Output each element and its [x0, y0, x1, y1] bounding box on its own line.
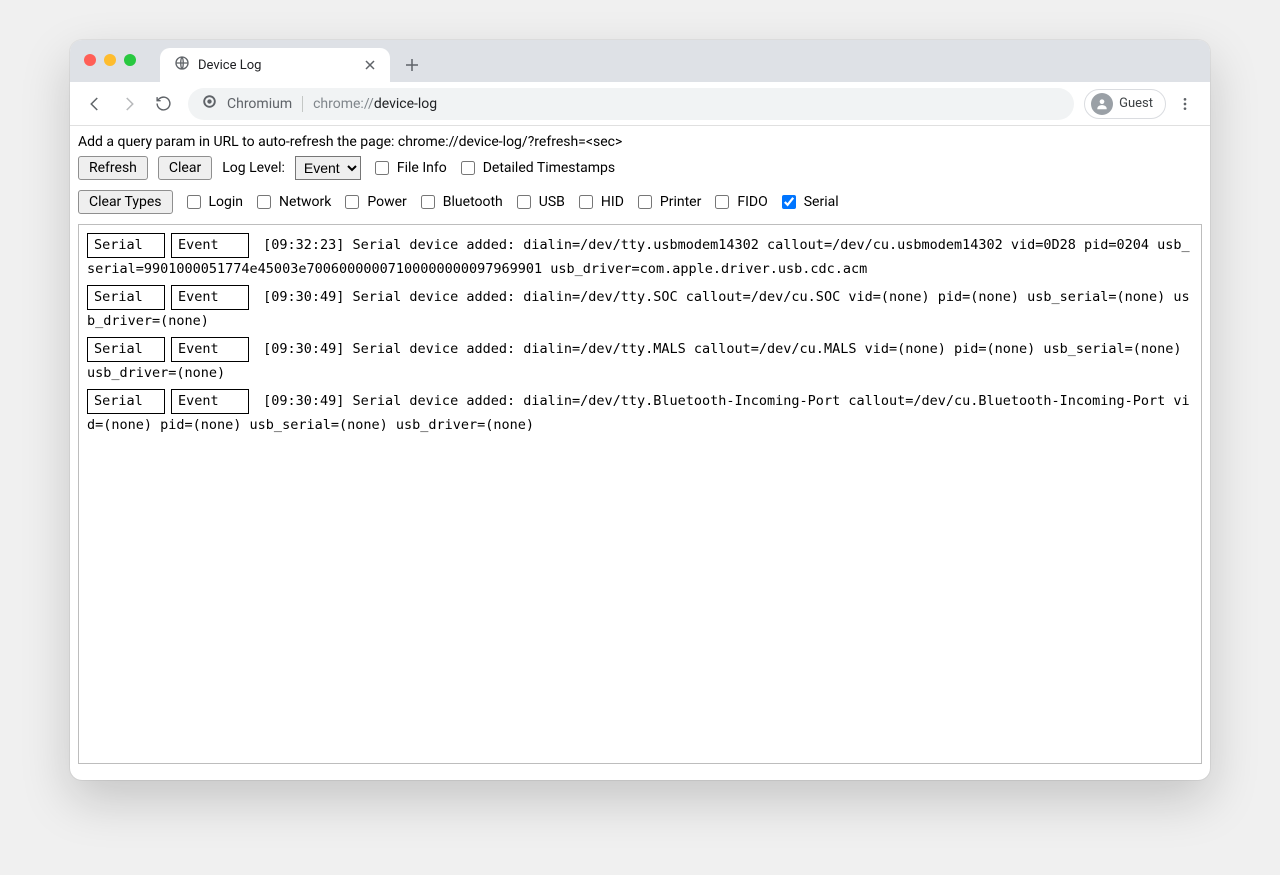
type-filter-fido[interactable]: FIDO [711, 192, 767, 212]
address-bar[interactable]: Chromium chrome://device-log [188, 88, 1074, 120]
app-menu-button[interactable] [1170, 89, 1200, 119]
log-level-tag: Event [171, 389, 249, 414]
omni-host: Chromium [227, 96, 303, 112]
type-filter-network-input[interactable] [257, 195, 271, 209]
type-filter-usb[interactable]: USB [513, 192, 565, 212]
type-filter-power[interactable]: Power [341, 192, 406, 212]
type-filter-row: Clear Types Login Network Power Bluetooth US… [78, 190, 1202, 214]
browser-window: Device Log Chromium chrome [70, 40, 1210, 780]
type-filter-bluetooth-input[interactable] [421, 195, 435, 209]
log-level-tag: Event [171, 337, 249, 362]
file-info-checkbox[interactable]: File Info [371, 158, 447, 178]
log-message: [09:30:49] Serial device added: dialin=/… [87, 393, 1190, 433]
primary-controls: Refresh Clear Log Level: Event File Info… [78, 156, 1202, 180]
log-message: [09:30:49] Serial device added: dialin=/… [87, 289, 1190, 329]
type-filter-hid[interactable]: HID [575, 192, 624, 212]
log-entry: SerialEvent [09:30:49] Serial device add… [87, 285, 1193, 333]
back-button[interactable] [80, 89, 110, 119]
log-type-tag: Serial [87, 233, 165, 258]
close-tab-button[interactable] [362, 57, 378, 73]
log-level-label: Log Level: [222, 160, 285, 176]
reload-button[interactable] [148, 89, 178, 119]
refresh-button[interactable]: Refresh [78, 156, 148, 180]
log-level-tag: Event [171, 285, 249, 310]
log-level-tag: Event [171, 233, 249, 258]
clear-button[interactable]: Clear [158, 156, 212, 180]
tab-strip: Device Log [70, 40, 1210, 82]
log-entry: SerialEvent [09:32:23] Serial device add… [87, 233, 1193, 281]
type-filter-serial[interactable]: Serial [778, 192, 839, 212]
log-entry: SerialEvent [09:30:49] Serial device add… [87, 337, 1193, 385]
type-filter-login-input[interactable] [187, 195, 201, 209]
type-filter-fido-input[interactable] [715, 195, 729, 209]
log-type-tag: Serial [87, 285, 165, 310]
forward-button[interactable] [114, 89, 144, 119]
close-window-button[interactable] [84, 54, 96, 66]
clear-types-button[interactable]: Clear Types [78, 190, 173, 214]
type-filter-serial-input[interactable] [782, 195, 796, 209]
minimize-window-button[interactable] [104, 54, 116, 66]
tab-device-log[interactable]: Device Log [160, 48, 390, 82]
type-filter-printer[interactable]: Printer [634, 192, 701, 212]
log-type-tag: Serial [87, 389, 165, 414]
new-tab-button[interactable] [398, 51, 426, 79]
toolbar: Chromium chrome://device-log Guest [70, 82, 1210, 126]
profile-chip[interactable]: Guest [1084, 89, 1166, 119]
type-filter-login[interactable]: Login [183, 192, 244, 212]
log-type-tag: Serial [87, 337, 165, 362]
tabs-row: Device Log [160, 40, 426, 82]
type-filter-printer-input[interactable] [638, 195, 652, 209]
helper-text: Add a query param in URL to auto-refresh… [78, 134, 1202, 150]
globe-icon [174, 55, 190, 75]
profile-label: Guest [1119, 96, 1153, 111]
detailed-timestamps-checkbox[interactable]: Detailed Timestamps [457, 158, 615, 178]
log-level-select[interactable]: Event [295, 156, 361, 180]
page-content: Add a query param in URL to auto-refresh… [70, 126, 1210, 780]
omni-url: chrome://device-log [313, 96, 437, 112]
log-output: SerialEvent [09:32:23] Serial device add… [78, 224, 1202, 764]
type-filter-network[interactable]: Network [253, 192, 331, 212]
site-info-icon[interactable] [202, 94, 217, 113]
log-entry: SerialEvent [09:30:49] Serial device add… [87, 389, 1193, 437]
type-filter-hid-input[interactable] [579, 195, 593, 209]
detailed-timestamps-input[interactable] [461, 161, 475, 175]
type-filter-bluetooth[interactable]: Bluetooth [417, 192, 503, 212]
window-controls [84, 54, 136, 66]
type-filter-power-input[interactable] [345, 195, 359, 209]
log-message: [09:32:23] Serial device added: dialin=/… [87, 237, 1190, 277]
tab-title: Device Log [198, 58, 261, 73]
file-info-input[interactable] [375, 161, 389, 175]
log-message: [09:30:49] Serial device added: dialin=/… [87, 341, 1182, 381]
type-filter-usb-input[interactable] [517, 195, 531, 209]
avatar-icon [1091, 93, 1113, 115]
maximize-window-button[interactable] [124, 54, 136, 66]
